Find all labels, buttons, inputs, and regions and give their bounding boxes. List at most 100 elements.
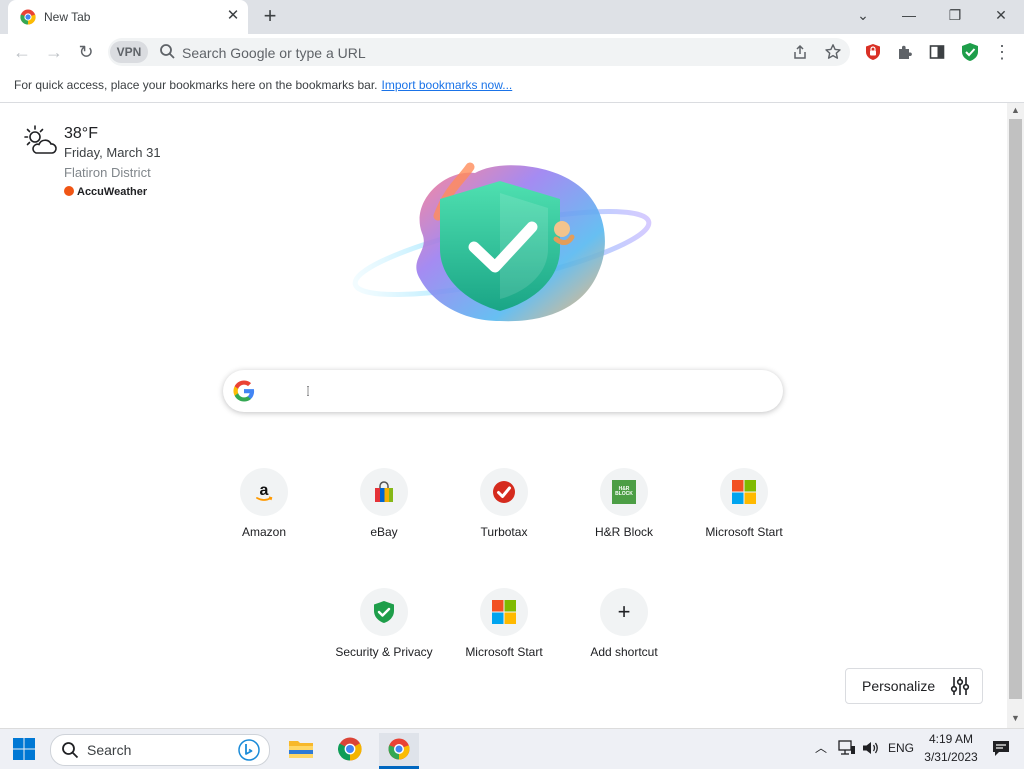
shortcut-label: Microsoft Start [465,645,543,659]
shield-check-icon [374,601,394,623]
more-menu-icon[interactable]: ⋮ [988,38,1016,66]
network-icon[interactable] [838,740,856,756]
search-icon [62,742,79,759]
windows-taskbar: Search ︿ ENG 4:19 AM 3/31/2023 [0,728,1024,769]
shortcut-security-privacy[interactable]: Security & Privacy [328,588,440,678]
shortcut-ebay[interactable]: eBay [328,468,440,558]
google-logo-icon [233,380,255,402]
shortcut-hr-block[interactable]: H&R BLOCK H&R Block [568,468,680,558]
bookmarks-hint-text: For quick access, place your bookmarks h… [14,78,378,92]
shortcut-icon-bg: a [240,468,288,516]
tab-search-dropdown-icon[interactable]: ⌄ [840,0,886,30]
shortcut-icon-bg: H&R BLOCK [600,468,648,516]
tab-close-icon[interactable]: ✕ [224,7,242,25]
shortcut-label: eBay [370,525,398,539]
scroll-down-arrow-icon[interactable]: ▼ [1011,713,1020,723]
browser-logo-icon [20,9,36,25]
security-extension-icon[interactable] [864,43,882,61]
tray-overflow-chevron-icon[interactable]: ︿ [815,739,827,756]
extensions-puzzle-icon[interactable] [896,43,914,61]
volume-icon[interactable] [862,740,880,756]
import-bookmarks-link[interactable]: Import bookmarks now... [382,78,513,92]
search-icon [160,44,175,59]
plus-icon: + [617,599,631,624]
microsoft-logo-icon [732,480,756,504]
page-scrollbar[interactable]: ▲ ▼ [1007,103,1024,728]
text-cursor-icon [307,386,309,396]
forward-button[interactable]: → [40,38,68,66]
reload-button[interactable]: ↻ [72,38,100,66]
shortcut-turbotax[interactable]: Turbotax [448,468,560,558]
add-shortcut-button[interactable]: + Add shortcut [568,588,680,678]
bookmarks-bar: For quick access, place your bookmarks h… [0,70,1024,103]
taskbar-active-browser[interactable] [379,733,419,769]
address-bar-placeholder: Search Google or type a URL [182,45,366,61]
chrome-icon [338,737,362,761]
accuweather-logo-icon [64,186,74,196]
ebay-bag-icon [375,481,393,502]
bing-icon[interactable] [238,739,260,761]
google-search-box[interactable] [223,370,783,412]
taskbar-search-placeholder: Search [87,742,132,758]
address-bar[interactable]: VPN Search Google or type a URL [108,38,850,66]
personalize-button[interactable]: Personalize [845,668,983,704]
clock-time[interactable]: 4:19 AM [920,732,982,746]
shortcut-microsoft-start[interactable]: Microsoft Start [688,468,800,558]
svg-text:a: a [260,482,269,499]
windows-start-icon[interactable] [13,738,35,760]
tab-title: New Tab [44,10,91,24]
microsoft-logo-icon [492,600,516,624]
shortcut-icon-bg: + [600,588,648,636]
shortcut-label: Amazon [241,525,287,539]
scroll-up-arrow-icon[interactable]: ▲ [1011,105,1020,115]
close-window-button[interactable]: ✕ [978,0,1024,30]
weather-location: Flatiron District [64,165,151,180]
shield-extension-icon[interactable] [960,42,980,62]
shortcut-label: Security & Privacy [335,645,433,659]
shortcut-icon-bg [480,588,528,636]
shortcut-icon-bg [360,468,408,516]
taskbar-search-box[interactable]: Search [50,734,270,766]
vpn-button[interactable]: VPN [110,41,148,63]
folder-icon [289,741,313,758]
bookmarks-hint: For quick access, place your bookmarks h… [14,78,512,92]
weather-temperature: 38°F [64,125,98,142]
amazon-icon: a [256,482,273,501]
language-indicator[interactable]: ENG [888,741,914,755]
shortcut-label: Turbotax [480,525,528,539]
shortcut-microsoft-start-2[interactable]: Microsoft Start [448,588,560,678]
restore-button[interactable]: ❐ [932,0,978,30]
share-icon[interactable] [792,44,808,60]
tab-strip: New Tab ✕ + ⌄ — ❐ ✕ [0,0,1024,34]
weather-date: Friday, March 31 [64,145,161,160]
hr-block-logo-text: H&R BLOCK [615,486,633,497]
shortcut-label: Add shortcut [590,645,658,659]
new-tab-button[interactable]: + [258,5,282,29]
partly-cloudy-icon [24,125,57,154]
tab-new-tab[interactable]: New Tab ✕ [8,0,248,34]
shortcut-icon-bg [720,468,768,516]
side-panel-icon[interactable] [928,43,946,61]
hr-block-icon: H&R BLOCK [612,480,636,504]
shortcut-label: Microsoft Start [705,525,783,539]
minimize-button[interactable]: — [886,0,932,30]
taskbar-chrome[interactable] [330,733,370,765]
shortcut-amazon[interactable]: a Amazon [208,468,320,558]
security-shield-illustration [352,162,652,322]
browser-toolbar: ← → ↻ VPN Search Google or type a URL ⋮ [0,34,1024,70]
shortcut-icon-bg [480,468,528,516]
weather-provider[interactable]: AccuWeather [64,186,147,198]
shortcut-label: H&R Block [594,525,653,539]
notification-icon[interactable] [992,740,1012,758]
clock-date[interactable]: 3/31/2023 [920,750,982,764]
weather-provider-name: AccuWeather [77,186,148,198]
new-tab-page: 38°F Friday, March 31 Flatiron District … [0,103,1007,728]
shortcut-icon-bg [360,588,408,636]
turbotax-check-icon [493,481,515,503]
taskbar-file-explorer[interactable] [281,733,321,765]
personalize-label: Personalize [862,678,936,694]
sliders-icon [950,677,970,695]
bookmark-star-icon[interactable] [824,43,842,61]
back-button[interactable]: ← [8,38,36,66]
scrollbar-thumb[interactable] [1009,119,1022,699]
